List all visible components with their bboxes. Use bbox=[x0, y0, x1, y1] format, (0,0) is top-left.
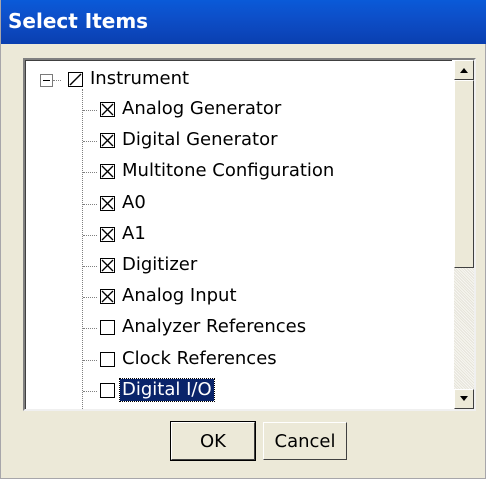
tree-item-label[interactable]: A1 bbox=[122, 223, 146, 245]
tree-item-label[interactable]: Multitone Configuration bbox=[122, 160, 334, 182]
item-checkbox[interactable] bbox=[100, 258, 115, 273]
tree-item-label[interactable]: Clock References bbox=[122, 348, 277, 370]
checked-x-icon bbox=[101, 228, 114, 241]
tree-connector bbox=[83, 328, 97, 330]
root-label: Instrument bbox=[90, 68, 190, 89]
tree-view[interactable]: Instrument Analog Generator Digital Gener… bbox=[23, 58, 476, 411]
checked-x-icon bbox=[101, 103, 114, 116]
window-title: Select Items bbox=[8, 9, 149, 33]
item-checkbox[interactable] bbox=[100, 164, 115, 180]
tree-connector bbox=[83, 110, 97, 111]
vertical-scrollbar[interactable] bbox=[454, 60, 474, 409]
tree-connector bbox=[83, 141, 97, 143]
checked-x-icon bbox=[101, 134, 114, 147]
item-checkbox[interactable] bbox=[100, 351, 115, 367]
item-checkbox[interactable] bbox=[100, 102, 115, 117]
tree-connector bbox=[83, 234, 97, 236]
item-checkbox[interactable] bbox=[100, 226, 115, 242]
tree-connector bbox=[83, 266, 97, 267]
checked-x-icon bbox=[101, 259, 114, 272]
scroll-down-button[interactable] bbox=[454, 389, 474, 409]
tree-item-label[interactable]: Digitizer bbox=[122, 254, 197, 276]
root-checkbox[interactable] bbox=[68, 72, 83, 87]
cancel-button[interactable]: Cancel bbox=[263, 422, 347, 460]
item-checkbox[interactable] bbox=[100, 320, 115, 336]
scroll-thumb[interactable] bbox=[454, 80, 474, 268]
tree-connector bbox=[53, 80, 61, 81]
scroll-up-button[interactable] bbox=[454, 60, 474, 80]
item-checkbox[interactable] bbox=[100, 133, 115, 149]
ok-button[interactable]: OK bbox=[170, 421, 256, 461]
tree-connector bbox=[83, 390, 97, 392]
tree-item-label[interactable]: Analog Generator bbox=[122, 98, 281, 120]
tree-connector bbox=[83, 359, 97, 361]
tree-item-label[interactable]: Digital Generator bbox=[122, 129, 278, 151]
tree-connector bbox=[83, 297, 97, 299]
tree-content: Instrument Analog Generator Digital Gener… bbox=[25, 60, 452, 409]
arrow-up-icon bbox=[460, 68, 468, 73]
item-checkbox[interactable] bbox=[100, 289, 115, 305]
arrow-down-icon bbox=[460, 396, 468, 401]
select-items-dialog: Select Items Instrument Analog Generator… bbox=[0, 0, 486, 479]
item-checkbox[interactable] bbox=[100, 382, 115, 398]
checked-x-icon bbox=[101, 165, 114, 178]
checked-x-icon bbox=[101, 290, 114, 303]
item-checkbox[interactable] bbox=[100, 195, 115, 211]
title-bar[interactable]: Select Items bbox=[1, 0, 486, 44]
tree-item-label[interactable]: Analyzer References bbox=[122, 316, 306, 338]
tree-connector-vertical bbox=[82, 89, 83, 409]
tree-connector bbox=[83, 172, 97, 174]
tree-item-label[interactable]: Analog Input bbox=[122, 285, 237, 307]
tree-item-label[interactable]: Digital I/O bbox=[119, 377, 215, 402]
tree-connector bbox=[83, 203, 97, 205]
collapse-toggle-icon[interactable] bbox=[40, 74, 53, 87]
partial-check-icon bbox=[69, 73, 82, 86]
tree-item-label[interactable]: A0 bbox=[122, 192, 146, 214]
checked-x-icon bbox=[101, 197, 114, 210]
